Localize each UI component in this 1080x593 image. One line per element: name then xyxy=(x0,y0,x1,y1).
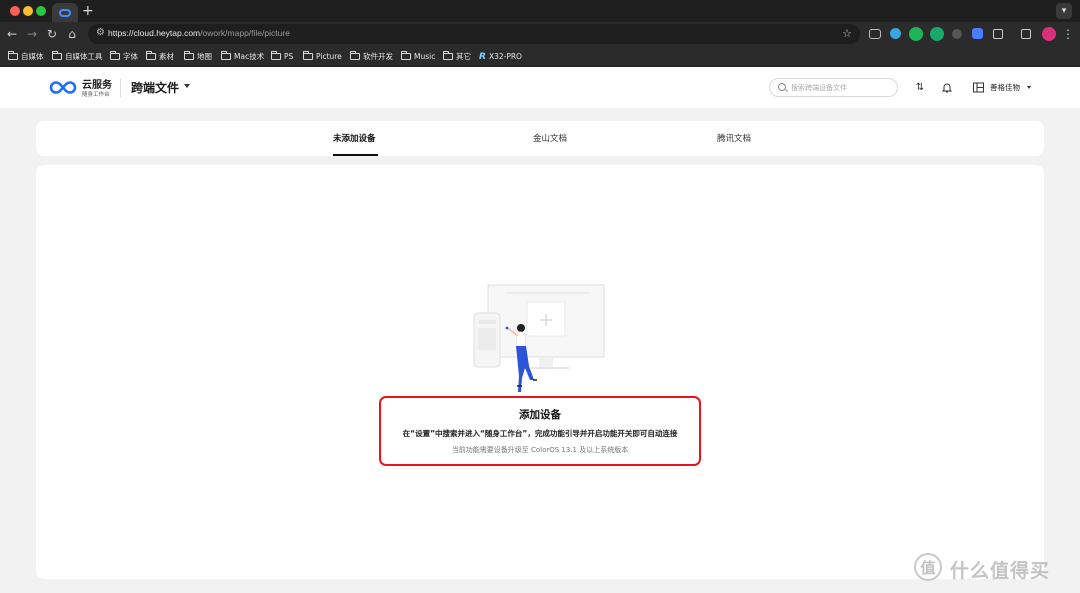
menu-more-icon[interactable]: ⋮ xyxy=(1060,26,1076,42)
bell-icon[interactable] xyxy=(940,80,954,94)
tab-no-device[interactable]: 未添加设备 xyxy=(333,132,376,144)
tab-search-icon[interactable]: ▾ xyxy=(1056,3,1072,19)
bookmarks-bar: 自媒体 自媒体工具 字体 素材 地图 Mac技术 PS Picture 软件开发… xyxy=(0,46,1080,67)
folder-icon xyxy=(221,51,231,60)
bookmark-folder[interactable]: 素材 xyxy=(146,50,174,63)
folder-icon xyxy=(52,51,62,60)
bookmark-folder[interactable]: Mac技术 xyxy=(221,50,264,63)
address-bar[interactable]: ⚙ https://cloud.heytap.com/owork/mapp/fi… xyxy=(88,24,860,44)
header-divider xyxy=(120,79,121,97)
tab-favicon-icon xyxy=(59,8,71,17)
folder-icon xyxy=(271,51,281,60)
folder-icon xyxy=(184,51,194,60)
bookmark-label: Mac技术 xyxy=(234,52,265,61)
user-chevron-down-icon[interactable] xyxy=(1027,86,1031,89)
bookmark-label: 其它 xyxy=(456,52,471,61)
profile-avatar[interactable] xyxy=(1042,27,1056,41)
close-window-button[interactable] xyxy=(10,6,20,16)
extension-green-n-icon[interactable] xyxy=(909,27,923,41)
home-icon[interactable]: ⌂ xyxy=(64,26,80,42)
bookmark-label: Picture xyxy=(316,52,342,61)
forward-icon[interactable]: → xyxy=(24,26,40,42)
url-host: https://cloud.heytap.com xyxy=(108,28,201,38)
bookmark-folder[interactable]: 软件开发 xyxy=(350,50,393,63)
folder-icon xyxy=(350,51,360,60)
search-box[interactable] xyxy=(769,78,898,97)
extension-gray-icon[interactable] xyxy=(952,29,962,39)
minimize-window-button[interactable] xyxy=(23,6,33,16)
folder-icon xyxy=(146,51,156,60)
page-title[interactable]: 跨端文件 xyxy=(131,79,179,96)
extension-reader-icon[interactable] xyxy=(869,29,881,39)
brand-subtitle: 随身工作台 xyxy=(82,92,110,98)
search-input[interactable] xyxy=(791,82,891,94)
bookmark-label: 地图 xyxy=(197,52,212,61)
bookmark-folder[interactable]: 地图 xyxy=(184,50,212,63)
bookmark-star-icon[interactable]: ☆ xyxy=(842,27,852,40)
new-tab-button[interactable]: + xyxy=(82,3,94,19)
folder-icon xyxy=(443,51,453,60)
bookmark-folder[interactable]: 自媒体 xyxy=(8,50,44,63)
folder-icon xyxy=(110,51,120,60)
transfer-icon[interactable]: ⇅ xyxy=(913,80,927,94)
url-text: https://cloud.heytap.com/owork/mapp/file… xyxy=(108,28,290,38)
bookmark-label: X32-PRO xyxy=(488,52,522,61)
tab-kingsoft-docs[interactable]: 金山文档 xyxy=(533,132,567,144)
url-path: /owork/mapp/file/picture xyxy=(200,28,290,38)
main-content: 添加设备 在“设置”中搜索并进入“随身工作台”，完成功能引导并开启功能开关即可自… xyxy=(36,165,1044,579)
empty-state-note: 当前功能需要设备升级至 ColorOS 13.1 及以上系统版本 xyxy=(451,446,629,454)
user-name[interactable]: 善格佳物 xyxy=(990,82,1020,93)
bookmark-label: 字体 xyxy=(123,52,138,61)
app-header: 云服务 随身工作台 跨端文件 ⇅ 善格佳物 xyxy=(0,67,1080,108)
chevron-down-icon[interactable] xyxy=(184,84,190,88)
bookmark-label: 软件开发 xyxy=(363,52,393,61)
folder-icon xyxy=(401,51,411,60)
extensions-puzzle-icon[interactable] xyxy=(993,29,1003,39)
folder-icon xyxy=(8,51,18,60)
watermark: 值 什么值得买 xyxy=(914,553,1074,583)
maximize-window-button[interactable] xyxy=(36,6,46,16)
browser-toolbar: ← → ↻ ⌂ ⚙ https://cloud.heytap.com/owork… xyxy=(0,22,1080,46)
active-tab-indicator xyxy=(333,154,378,156)
side-panel-icon[interactable] xyxy=(1021,29,1031,39)
bookmark-folder[interactable]: 字体 xyxy=(110,50,138,63)
reload-icon[interactable]: ↻ xyxy=(44,26,60,42)
bookmark-folder[interactable]: 自媒体工具 xyxy=(52,50,103,63)
search-icon xyxy=(778,83,786,91)
extension-green-icon[interactable] xyxy=(930,27,944,41)
bookmark-label: Music xyxy=(414,52,436,61)
translate-icon[interactable] xyxy=(972,28,983,39)
bookmark-label: 素材 xyxy=(159,52,174,61)
folder-icon xyxy=(303,51,313,60)
back-icon[interactable]: ← xyxy=(4,26,20,42)
watermark-text: 什么值得买 xyxy=(950,560,1051,582)
workspace-icon[interactable] xyxy=(971,80,985,94)
bookmark-folder[interactable]: PS xyxy=(271,50,293,63)
add-device-illustration xyxy=(473,284,605,392)
bookmark-folder[interactable]: 其它 xyxy=(443,50,471,63)
tab-bar: 未添加设备 金山文档 腾讯文档 xyxy=(36,121,1044,156)
site-info-icon[interactable]: ⚙ xyxy=(96,27,105,38)
tab-tencent-docs[interactable]: 腾讯文档 xyxy=(717,132,751,144)
extension-blue-icon[interactable] xyxy=(890,28,901,39)
bookmark-link[interactable]: R X32-PRO xyxy=(479,50,522,63)
bookmark-label: 自媒体工具 xyxy=(65,52,103,61)
watermark-logo-icon: 值 xyxy=(914,553,942,581)
browser-tab[interactable] xyxy=(52,3,78,22)
bookmark-label: PS xyxy=(284,52,294,61)
cloud-logo-icon[interactable] xyxy=(48,79,78,96)
bookmark-folder[interactable]: Picture xyxy=(303,50,342,63)
brand-title: 云服务 xyxy=(82,80,112,91)
bookmark-label: 自媒体 xyxy=(21,52,44,61)
bookmark-folder[interactable]: Music xyxy=(401,50,435,63)
browser-titlebar: + ▾ xyxy=(0,0,1080,22)
empty-state-title: 添加设备 xyxy=(519,409,561,421)
empty-state-description: 在“设置”中搜索并进入“随身工作台”，完成功能引导并开启功能开关即可自动连接 xyxy=(402,429,678,438)
r-logo-icon: R xyxy=(479,51,486,62)
